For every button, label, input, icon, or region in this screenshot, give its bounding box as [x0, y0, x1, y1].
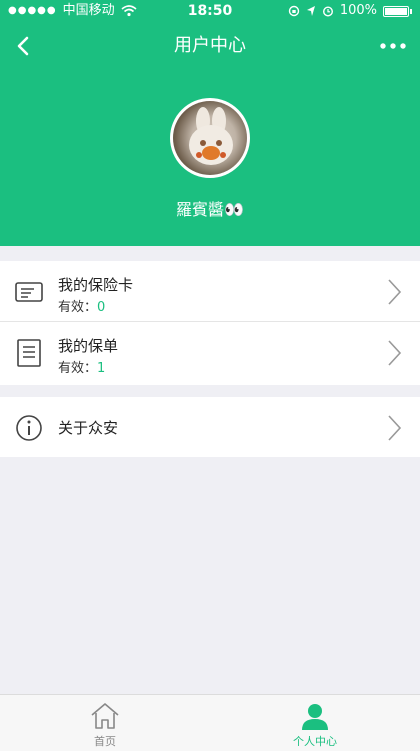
profile-header: ●●●●● 中国移动 18:50 100% 用户中心 羅賓醬👀 [0, 0, 420, 246]
location-icon [306, 6, 315, 16]
chevron-right-icon [388, 415, 402, 441]
tab-label: 个人中心 [293, 735, 337, 748]
valid-count: 0 [97, 300, 106, 315]
document-icon [17, 339, 41, 367]
menu-item-title: 我的保单 [58, 337, 119, 355]
more-horizontal-icon[interactable] [378, 34, 408, 58]
chevron-right-icon [388, 279, 402, 305]
menu-group-about: 关于众安 [0, 397, 420, 457]
menu-item-title: 关于众安 [58, 419, 119, 437]
username: 羅賓醬👀 [176, 200, 244, 219]
tab-profile[interactable]: 个人中心 [210, 695, 420, 751]
page-title: 用户中心 [174, 35, 246, 56]
menu-item-status: 有效：0 [58, 300, 106, 315]
battery-icon [383, 5, 409, 17]
menu-item-title: 我的保险卡 [58, 276, 134, 294]
home-icon [91, 703, 119, 729]
menu-group-policies: 我的保险卡 有效：0 我的保单 有效：1 [0, 261, 420, 385]
tab-home[interactable]: 首页 [0, 695, 210, 751]
menu-item-policies[interactable]: 我的保单 有效：1 [0, 322, 420, 383]
avatar[interactable] [170, 98, 250, 178]
menu-item-about[interactable]: 关于众安 [0, 397, 420, 458]
tab-label: 首页 [94, 735, 116, 748]
valid-count: 1 [97, 361, 106, 376]
chevron-right-icon [388, 340, 402, 366]
status-bar: ●●●●● 中国移动 18:50 100% [0, 0, 420, 22]
info-icon [16, 415, 42, 441]
battery-percent: 100% [339, 3, 377, 18]
menu-item-status: 有效：1 [58, 361, 106, 376]
rotation-lock-icon [288, 5, 300, 17]
alarm-icon [322, 6, 333, 17]
navigation-bar: 用户中心 [0, 22, 420, 70]
avatar-image [173, 101, 247, 175]
menu-item-insurance-card[interactable]: 我的保险卡 有效：0 [0, 261, 420, 322]
user-icon [302, 704, 328, 730]
tab-bar: 首页 个人中心 [0, 694, 420, 751]
card-icon [15, 282, 43, 302]
